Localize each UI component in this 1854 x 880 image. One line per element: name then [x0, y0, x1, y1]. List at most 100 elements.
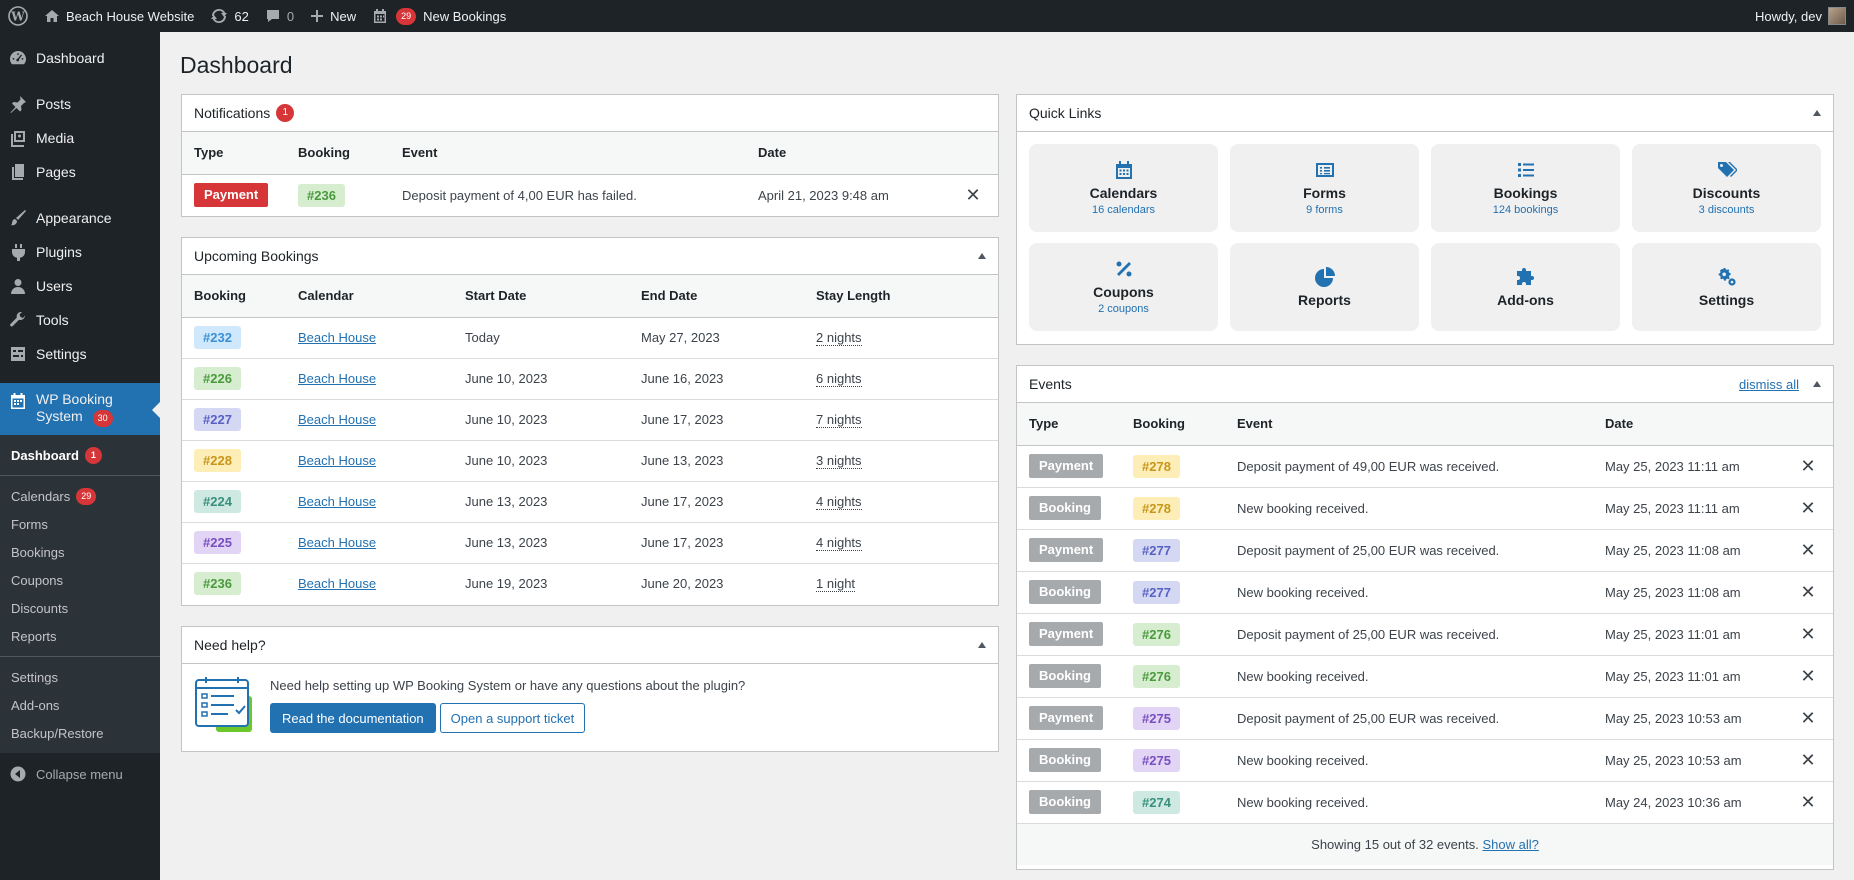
menu-badge: 30 — [92, 410, 113, 427]
booking-tag[interactable]: #277 — [1133, 580, 1180, 604]
updates-link[interactable]: 62 — [202, 0, 256, 32]
calendar-link[interactable]: Beach House — [298, 453, 376, 468]
submenu-coupons[interactable]: Coupons — [0, 566, 160, 594]
type-tag: Booking — [1029, 580, 1101, 604]
comments-link[interactable]: 0 — [257, 0, 302, 32]
booking-tag[interactable]: #225 — [194, 531, 241, 554]
menu-pages[interactable]: Pages — [0, 155, 160, 189]
collapse-toggle-icon[interactable] — [1813, 110, 1821, 116]
dismiss-all-link[interactable]: dismiss all — [1739, 377, 1799, 392]
dismiss-icon[interactable]: ✕ — [1783, 655, 1833, 698]
menu-tools[interactable]: Tools — [0, 303, 160, 337]
collapse-toggle-icon[interactable] — [1813, 381, 1821, 387]
admin-bar: W Beach House Website 62 0 New 29 New Bo… — [0, 0, 1854, 32]
menu-appearance[interactable]: Appearance — [0, 201, 160, 235]
booking-tag[interactable]: #228 — [194, 449, 241, 472]
quick-link-discounts[interactable]: Discounts 3 discounts — [1632, 144, 1821, 232]
booking-tag[interactable]: #276 — [1133, 622, 1180, 646]
menu-label: Media — [36, 130, 75, 146]
plugin-icon — [8, 242, 28, 262]
quick-link-title: Bookings — [1493, 185, 1558, 201]
menu-posts[interactable]: Posts — [0, 87, 160, 121]
end-date: June 13, 2023 — [629, 440, 804, 482]
submenu-bookings[interactable]: Bookings — [0, 538, 160, 566]
quick-link-count: 124 bookings — [1492, 204, 1559, 216]
plus-icon — [311, 10, 324, 22]
booking-tag[interactable]: #226 — [194, 367, 241, 390]
booking-tag[interactable]: #275 — [1133, 706, 1180, 730]
booking-tag[interactable]: #277 — [1133, 538, 1180, 562]
event-date: May 25, 2023 11:01 am — [1593, 655, 1783, 698]
site-name-link[interactable]: Beach House Website — [36, 0, 202, 32]
quick-link-calendars[interactable]: Calendars 16 calendars — [1029, 144, 1218, 232]
dismiss-icon[interactable]: ✕ — [948, 174, 998, 216]
booking-tag[interactable]: #278 — [1133, 496, 1180, 520]
column-header: Event — [390, 132, 746, 175]
booking-tag[interactable]: #236 — [298, 183, 345, 207]
booking-tag[interactable]: #274 — [1133, 790, 1180, 814]
booking-tag[interactable]: #232 — [194, 326, 241, 349]
menu-plugins[interactable]: Plugins — [0, 235, 160, 269]
type-tag: Booking — [1029, 790, 1101, 815]
booking-tag[interactable]: #276 — [1133, 664, 1180, 688]
menu-media[interactable]: Media — [0, 121, 160, 155]
menu-settings[interactable]: Settings — [0, 337, 160, 371]
quick-link-forms[interactable]: Forms 9 forms — [1230, 144, 1419, 232]
collapse-toggle-icon[interactable] — [978, 253, 986, 259]
dismiss-icon[interactable]: ✕ — [1783, 739, 1833, 782]
open-support-ticket-button[interactable]: Open a support ticket — [439, 703, 586, 733]
calendar-link[interactable]: Beach House — [298, 535, 376, 550]
dismiss-icon[interactable]: ✕ — [1783, 613, 1833, 656]
submenu-calendars[interactable]: Calendars 29 — [0, 482, 160, 510]
end-date: June 17, 2023 — [629, 481, 804, 523]
booking-tag[interactable]: #275 — [1133, 748, 1180, 772]
submenu-reports[interactable]: Reports — [0, 622, 160, 650]
menu-dashboard[interactable]: Dashboard — [0, 41, 160, 75]
quick-link-reports[interactable]: Reports — [1230, 243, 1419, 331]
type-tag: Booking — [1029, 496, 1101, 520]
read-documentation-button[interactable]: Read the documentation — [270, 703, 436, 733]
submenu-label: Forms — [11, 516, 48, 532]
quick-link-coupons[interactable]: Coupons 2 coupons — [1029, 243, 1218, 331]
new-content-link[interactable]: New — [302, 0, 364, 32]
quick-link-bookings[interactable]: Bookings 124 bookings — [1431, 144, 1620, 232]
menu-wp-booking-system[interactable]: WP Booking System 30 — [0, 383, 160, 435]
start-date: June 13, 2023 — [453, 522, 629, 564]
new-bookings-link[interactable]: 29 New Bookings — [364, 0, 514, 32]
show-all-link[interactable]: Show all? — [1482, 837, 1538, 852]
booking-tag[interactable]: #278 — [1133, 454, 1180, 478]
quick-link-settings[interactable]: Settings — [1632, 243, 1821, 331]
calendar-link[interactable]: Beach House — [298, 371, 376, 386]
booking-tag[interactable]: #236 — [194, 572, 241, 596]
booking-tag[interactable]: #227 — [194, 408, 241, 431]
calendar-link[interactable]: Beach House — [298, 494, 376, 509]
dismiss-icon[interactable]: ✕ — [1783, 487, 1833, 530]
collapse-menu-button[interactable]: Collapse menu — [0, 757, 160, 791]
submenu-dashboard[interactable]: Dashboard 1 — [0, 441, 160, 469]
dismiss-icon[interactable]: ✕ — [1783, 697, 1833, 740]
calendar-link[interactable]: Beach House — [298, 576, 376, 591]
dismiss-icon[interactable]: ✕ — [1783, 445, 1833, 488]
account-menu[interactable]: Howdy, dev — [1755, 7, 1854, 25]
submenu-settings[interactable]: Settings — [0, 663, 160, 691]
submenu-backup-restore[interactable]: Backup/Restore — [0, 719, 160, 747]
dismiss-icon[interactable]: ✕ — [1783, 529, 1833, 572]
dismiss-icon[interactable]: ✕ — [1783, 781, 1833, 823]
event-date: May 25, 2023 10:53 am — [1593, 697, 1783, 740]
quick-link-title: Add-ons — [1497, 291, 1554, 308]
collapse-toggle-icon[interactable] — [978, 642, 986, 648]
menu-users[interactable]: Users — [0, 269, 160, 303]
events-footer: Showing 15 out of 32 events. Show all? — [1017, 823, 1833, 865]
calendar-link[interactable]: Beach House — [298, 330, 376, 345]
booking-tag[interactable]: #224 — [194, 490, 241, 513]
submenu-addons[interactable]: Add-ons — [0, 691, 160, 719]
column-header: Booking — [286, 132, 390, 175]
dismiss-icon[interactable]: ✕ — [1783, 571, 1833, 614]
list-icon — [1517, 163, 1534, 177]
submenu-forms[interactable]: Forms — [0, 510, 160, 538]
wordpress-logo-icon[interactable]: W — [0, 0, 36, 32]
calendar-link[interactable]: Beach House — [298, 412, 376, 427]
end-date: June 17, 2023 — [629, 399, 804, 441]
quick-link-add-ons[interactable]: Add-ons — [1431, 243, 1620, 331]
submenu-discounts[interactable]: Discounts — [0, 594, 160, 622]
